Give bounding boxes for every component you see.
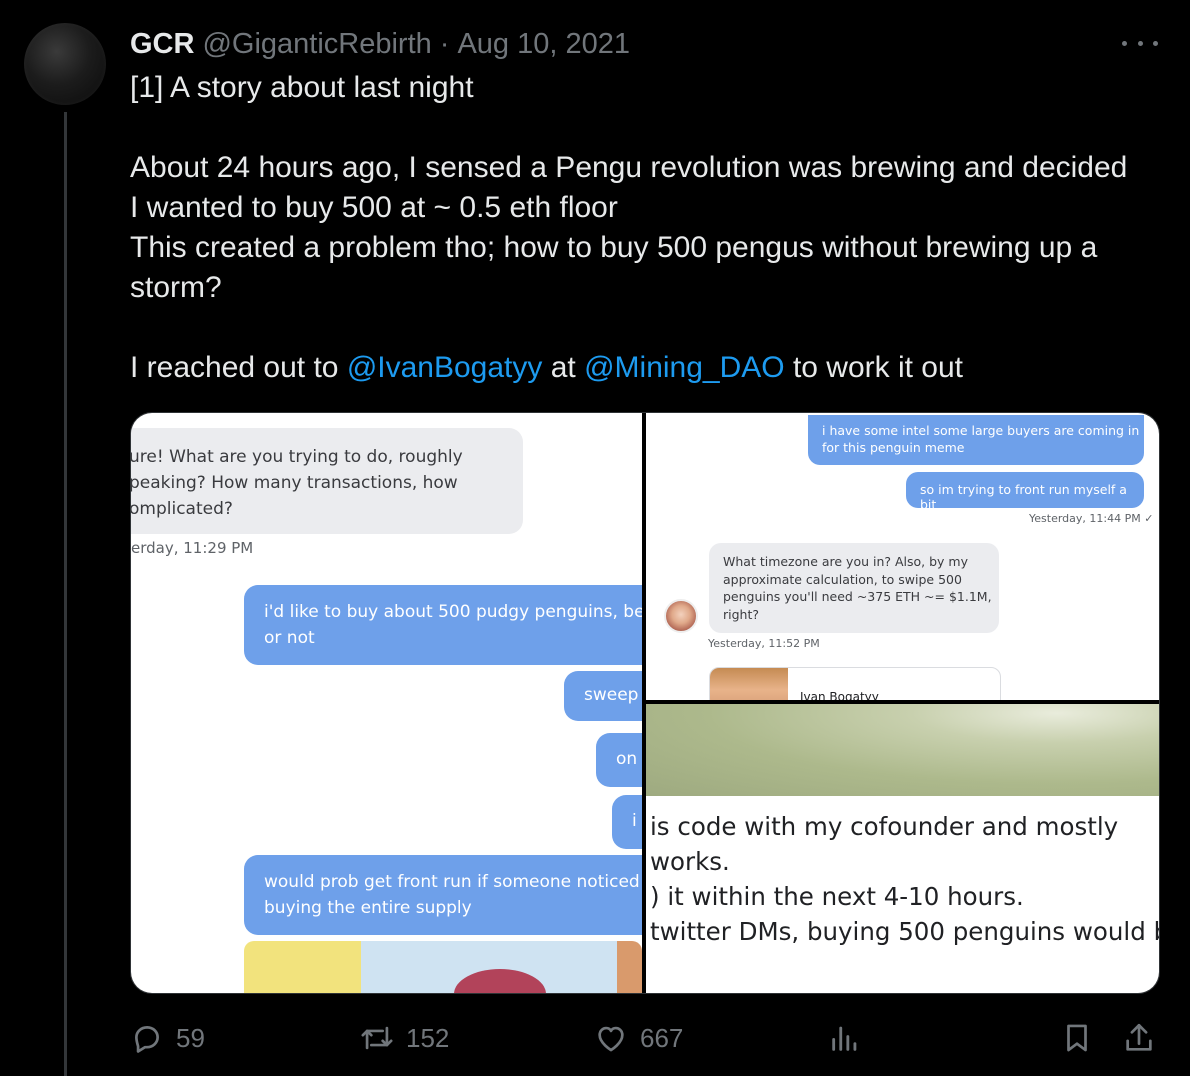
profile-card-name: Ivan Bogatyy <box>800 690 879 700</box>
dm-text: penguins you'll need ~375 ETH ~= $1.1M, <box>723 589 992 604</box>
tweet-header: GCR @GiganticRebirth · Aug 10, 2021 <box>130 24 630 64</box>
tweet-text: [1] A story about last night About 24 ho… <box>130 68 1170 388</box>
dm-text: buying the entire supply <box>264 898 472 918</box>
dm-bubble-received: What timezone are you in? Also, by my ap… <box>709 543 999 633</box>
retweet-icon <box>361 1026 393 1050</box>
dm-timestamp: erday, 11:29 PM <box>131 539 254 557</box>
dm-text: would prob get front run if someone noti… <box>264 872 640 892</box>
dm-bubble-sent: i have some intel some large buyers are … <box>808 415 1144 465</box>
text-line: works. <box>650 847 730 876</box>
dm-text: right? <box>723 606 760 622</box>
dm-text: approximate calculation, to swipe 500 <box>723 571 962 587</box>
mention-link[interactable]: @IvanBogatyy <box>347 351 543 384</box>
media-grid: ure! What are you trying to do, roughly … <box>130 412 1160 994</box>
bookmark-icon <box>1067 1024 1087 1052</box>
media-image-1[interactable]: ure! What are you trying to do, roughly … <box>131 413 642 993</box>
more-options-icon[interactable] <box>1122 30 1158 56</box>
thread-line <box>64 112 67 1076</box>
profile-card-photo <box>710 668 788 700</box>
like-button[interactable]: 667 <box>594 1016 683 1060</box>
image-background <box>646 704 1159 796</box>
media-image-3[interactable]: is code with my cofounder and mostly wor… <box>646 704 1159 993</box>
like-count: 667 <box>640 1022 684 1053</box>
dm-bubble-sent: so im trying to front run myself a bit <box>906 472 1144 512</box>
dm-bubble-sent: on <box>596 733 642 787</box>
text-line: ) it within the next 4-10 hours. <box>650 882 1024 911</box>
tweet-line: storm? <box>130 271 222 304</box>
dm-bubble-sent: would prob get front run if someone noti… <box>244 855 642 935</box>
share-icon <box>1126 1023 1152 1051</box>
bookmark-button[interactable] <box>1060 1016 1094 1060</box>
text-span: at <box>542 351 585 384</box>
reply-count: 59 <box>176 1022 205 1053</box>
dm-text: peaking? How many transactions, how <box>131 473 458 493</box>
dm-timestamp: Yesterday, 11:52 PM <box>708 637 820 650</box>
views-button[interactable] <box>828 1016 862 1060</box>
tweet-line: I reached out to @IvanBogatyy at @Mining… <box>130 348 1170 388</box>
author-avatar[interactable] <box>24 23 106 105</box>
dm-text: What timezone are you in? Also, by my <box>723 554 968 569</box>
tweet-line: About 24 hours ago, I sensed a Pengu rev… <box>130 151 1128 184</box>
dm-bubble-sent: sweep <box>564 671 642 721</box>
dm-bubble-received: ure! What are you trying to do, roughly … <box>131 428 523 534</box>
dm-text: ure! What are you trying to do, roughly <box>131 447 463 467</box>
dm-bubble-sent: i <box>612 795 642 849</box>
text-line: is code with my cofounder and mostly <box>650 812 1119 841</box>
dm-bubble-sent: i'd like to buy about 500 pudgy penguins… <box>244 585 642 665</box>
media-image-2[interactable]: i have some intel some large buyers are … <box>646 413 1159 700</box>
share-button[interactable] <box>1122 1016 1156 1060</box>
dm-avatar <box>664 599 698 633</box>
dm-text: i have some intel some large buyers are … <box>822 423 1140 438</box>
author-name[interactable]: GCR <box>130 28 194 61</box>
profile-card: Ivan Bogatyy <box>709 667 1001 700</box>
retweet-count: 152 <box>406 1022 450 1053</box>
heart-icon <box>598 1026 624 1052</box>
action-bar: 59 152 667 <box>130 1016 1160 1060</box>
author-handle[interactable]: @GiganticRebirth <box>202 28 431 61</box>
reply-icon <box>135 1026 159 1053</box>
dm-text: i'd like to buy about 500 pudgy penguins… <box>264 602 642 622</box>
mention-link[interactable]: @Mining_DAO <box>584 351 785 384</box>
tweet-line: [1] A story about last night <box>130 71 474 104</box>
dm-text: or not <box>264 628 315 648</box>
text-span: I reached out to <box>130 351 347 384</box>
tweet-line: This created a problem tho; how to buy 5… <box>130 231 1098 264</box>
separator-dot: · <box>439 27 450 60</box>
dm-image-attachment <box>244 941 642 993</box>
tweet-date[interactable]: Aug 10, 2021 <box>457 28 630 61</box>
text-line: twitter DMs, buying 500 penguins would b… <box>650 917 1159 946</box>
reply-button[interactable]: 59 <box>130 1016 205 1060</box>
analytics-icon <box>832 1026 857 1051</box>
dm-timestamp: Yesterday, 11:44 PM ✓ <box>1029 512 1154 525</box>
tweet-line: I wanted to buy 500 at ~ 0.5 eth floor <box>130 191 618 224</box>
dm-text: for this penguin meme <box>822 440 965 455</box>
text-span: to work it out <box>784 351 964 384</box>
dm-text: omplicated? <box>131 499 233 519</box>
retweet-button[interactable]: 152 <box>360 1016 449 1060</box>
